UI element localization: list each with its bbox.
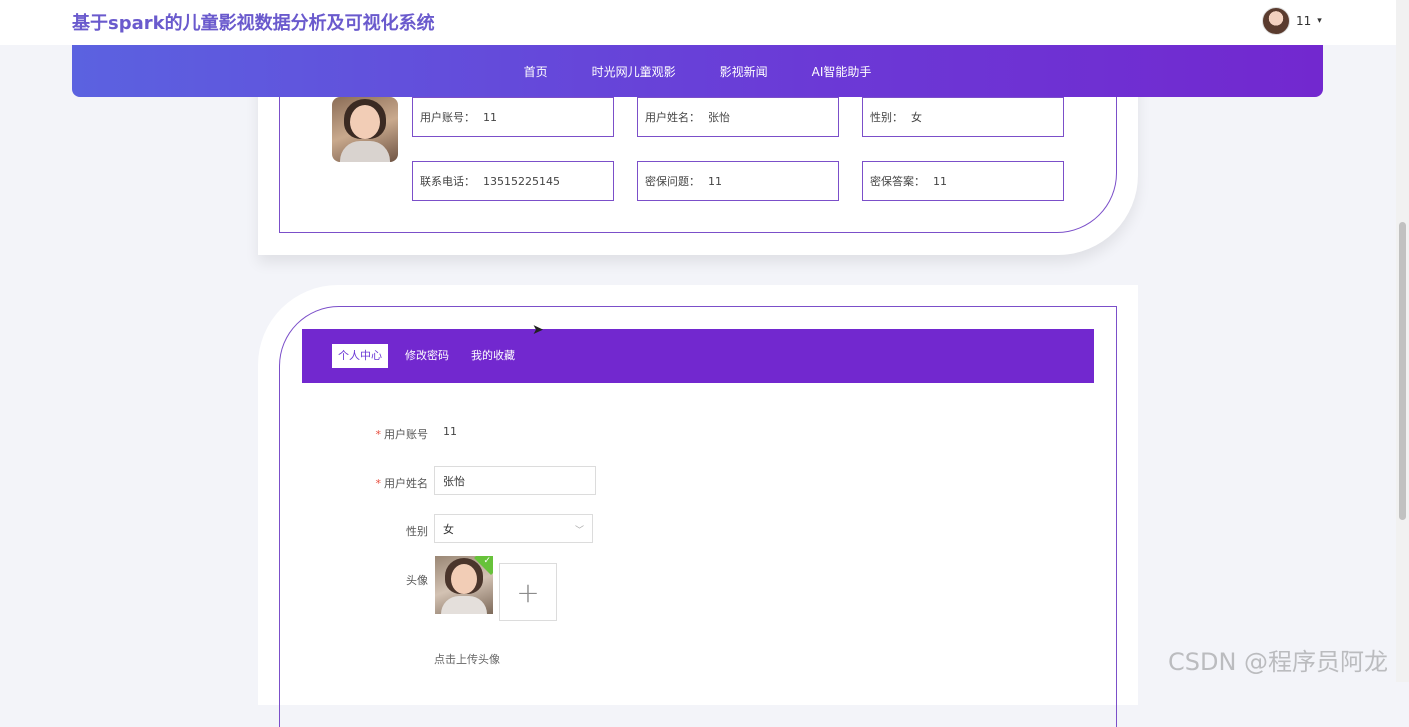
upload-hint: 点击上传头像 xyxy=(434,653,500,666)
tab-change-password[interactable]: 修改密码 xyxy=(399,344,455,368)
info-security-question-label: 密保问题： xyxy=(645,175,700,188)
user-avatar[interactable] xyxy=(1262,7,1290,35)
name-label-text: 用户姓名 xyxy=(384,477,428,490)
name-label: * 用户姓名 xyxy=(368,475,429,491)
required-mark: * xyxy=(375,428,382,441)
tab-personal-center[interactable]: 个人中心 xyxy=(332,344,388,368)
required-mark: * xyxy=(375,477,382,490)
watermark: CSDN @程序员阿龙 xyxy=(1168,648,1389,676)
caret-down-icon[interactable]: ▾ xyxy=(1317,16,1322,26)
info-name-label: 用户姓名： xyxy=(645,111,700,124)
check-icon: ✓ xyxy=(483,556,491,566)
chevron-down-icon: ﹀ xyxy=(574,526,584,536)
profile-edit-card: 个人中心 修改密码 我的收藏 *用户账号 11 *用户姓名 性别 女 ﹀ 头像 … xyxy=(258,285,1138,727)
info-gender-label: 性别： xyxy=(870,111,903,124)
info-phone-value: 13515225145 xyxy=(483,174,560,188)
avatar-preview[interactable]: ✓ xyxy=(435,556,493,614)
account-label-text: 用户账号 xyxy=(384,428,428,441)
info-security-question-value: 11 xyxy=(708,174,722,188)
info-account: 用户账号： 11 xyxy=(412,97,614,137)
gender-select-value: 女 xyxy=(443,522,454,536)
avatar-upload-button[interactable]: + xyxy=(499,563,557,621)
scrollbar-thumb[interactable] xyxy=(1399,222,1406,520)
info-name-value: 张怡 xyxy=(708,111,730,124)
page-scrollbar[interactable] xyxy=(1396,0,1409,682)
account-label: * 用户账号 xyxy=(368,426,429,442)
info-security-question: 密保问题： 11 xyxy=(637,161,839,201)
user-name[interactable]: 11 xyxy=(1296,14,1311,28)
gender-select[interactable]: 女 ﹀ xyxy=(434,514,593,543)
info-gender-value: 女 xyxy=(911,111,922,124)
gender-label: 性别 xyxy=(406,525,428,538)
site-title: 基于spark的儿童影视数据分析及可视化系统 xyxy=(72,13,435,34)
info-phone-label: 联系电话： xyxy=(420,175,475,188)
top-bar: 基于spark的儿童影视数据分析及可视化系统 11 ▾ xyxy=(0,0,1396,45)
main-nav: 首页 时光网儿童观影 影视新闻 AI智能助手 xyxy=(72,45,1323,97)
user-menu[interactable]: 11 ▾ xyxy=(1262,7,1322,35)
nav-item-mtime-kids[interactable]: 时光网儿童观影 xyxy=(592,63,676,80)
tab-bar: 个人中心 修改密码 我的收藏 xyxy=(302,329,1094,383)
info-account-value: 11 xyxy=(483,110,497,124)
nav-item-ai-assistant[interactable]: AI智能助手 xyxy=(812,63,872,80)
info-security-answer-label: 密保答案： xyxy=(870,175,925,188)
tab-my-favorites[interactable]: 我的收藏 xyxy=(465,344,521,368)
info-security-answer-value: 11 xyxy=(933,174,947,188)
info-security-answer: 密保答案： 11 xyxy=(862,161,1064,201)
nav-item-home[interactable]: 首页 xyxy=(524,63,548,80)
profile-photo xyxy=(332,97,398,162)
info-account-label: 用户账号： xyxy=(420,111,475,124)
info-name: 用户姓名： 张怡 xyxy=(637,97,839,137)
avatar-label: 头像 xyxy=(406,574,428,587)
info-phone: 联系电话： 13515225145 xyxy=(412,161,614,201)
info-gender: 性别： 女 xyxy=(862,97,1064,137)
name-input[interactable] xyxy=(434,466,596,495)
mouse-cursor-icon: ➤ xyxy=(532,322,544,338)
account-value: 11 xyxy=(443,425,457,438)
nav-item-film-news[interactable]: 影视新闻 xyxy=(720,63,768,80)
